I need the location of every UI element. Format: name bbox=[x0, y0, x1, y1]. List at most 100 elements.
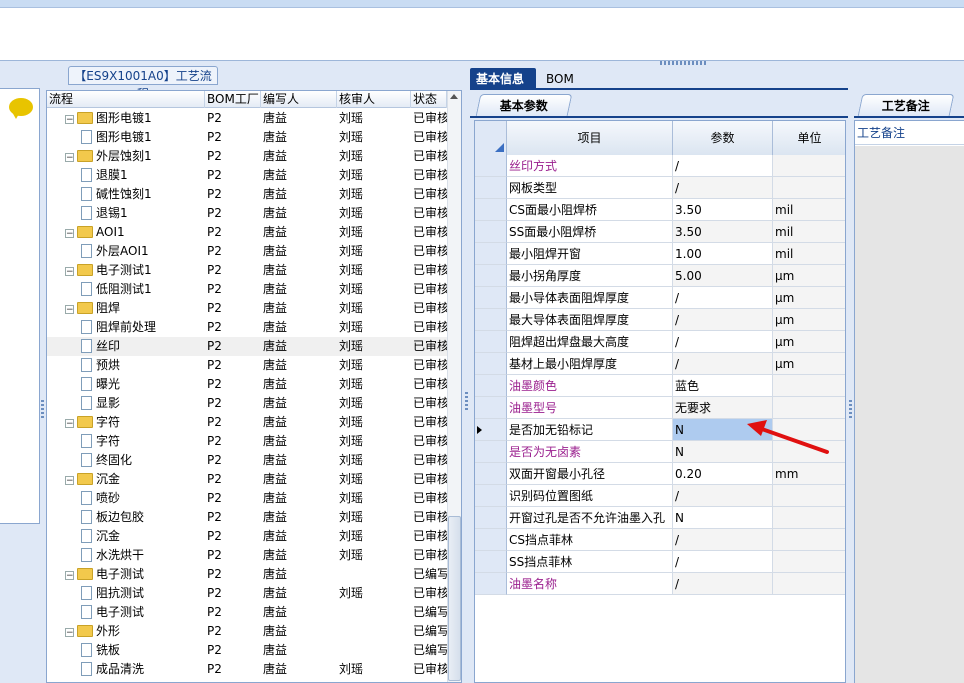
param-value[interactable]: 0.20 bbox=[673, 463, 773, 485]
tree-row[interactable]: − 电子测试 P2 唐益 已编写 bbox=[47, 565, 447, 584]
collapse-icon[interactable]: − bbox=[65, 153, 74, 163]
tree-row[interactable]: − 图形电镀1 P2 唐益 刘瑶 已审核 bbox=[47, 109, 447, 128]
tree-node[interactable]: 退锡1 bbox=[81, 204, 205, 223]
tree-node[interactable]: 丝印 bbox=[81, 337, 205, 356]
collapse-icon[interactable]: − bbox=[65, 115, 74, 125]
tree-node[interactable]: 成品清洗 bbox=[81, 660, 205, 679]
tree-row[interactable]: 水洗烘干 P2 唐益 刘瑶 已审核 bbox=[47, 546, 447, 565]
tree-node[interactable]: 阻焊前处理 bbox=[81, 318, 205, 337]
splitter-grip-icon[interactable] bbox=[660, 61, 708, 65]
col-status[interactable]: 状态 bbox=[411, 91, 447, 108]
row-indicator[interactable] bbox=[475, 441, 507, 463]
tree-node[interactable]: 阻抗测试 bbox=[81, 584, 205, 603]
row-indicator[interactable] bbox=[475, 573, 507, 595]
tree-node[interactable]: 低阻测试1 bbox=[81, 280, 205, 299]
collapse-icon[interactable]: − bbox=[65, 229, 74, 239]
param-row[interactable]: 阻焊超出焊盘最大高度 / μm bbox=[475, 331, 845, 353]
row-indicator[interactable] bbox=[475, 265, 507, 287]
param-value[interactable]: / bbox=[673, 155, 773, 177]
tree-row[interactable]: 字符 P2 唐益 刘瑶 已审核 bbox=[47, 432, 447, 451]
row-indicator[interactable] bbox=[475, 529, 507, 551]
tree-row[interactable]: 退锡1 P2 唐益 刘瑶 已审核 bbox=[47, 204, 447, 223]
tree-row[interactable]: 外层AOI1 P2 唐益 刘瑶 已审核 bbox=[47, 242, 447, 261]
param-row[interactable]: SS挡点菲林 / bbox=[475, 551, 845, 573]
splitter-grip-icon[interactable] bbox=[849, 400, 852, 420]
tree-node[interactable]: 预烘 bbox=[81, 356, 205, 375]
row-indicator[interactable] bbox=[475, 243, 507, 265]
row-indicator[interactable] bbox=[475, 353, 507, 375]
splitter-grip-icon[interactable] bbox=[465, 392, 468, 412]
tree-node[interactable]: 铣板 bbox=[81, 641, 205, 660]
tree-node[interactable]: 碱性蚀刻1 bbox=[81, 185, 205, 204]
row-indicator[interactable] bbox=[475, 507, 507, 529]
tree-row[interactable]: − 外层蚀刻1 P2 唐益 刘瑶 已审核 bbox=[47, 147, 447, 166]
collapse-icon[interactable]: − bbox=[65, 571, 74, 581]
tree-row[interactable]: 铣板 P2 唐益 已编写 bbox=[47, 641, 447, 660]
param-value[interactable]: / bbox=[673, 309, 773, 331]
tree-scroll-thumb[interactable] bbox=[448, 516, 461, 681]
tree-row[interactable]: − 阻焊 P2 唐益 刘瑶 已审核 bbox=[47, 299, 447, 318]
tree-row[interactable]: 碱性蚀刻1 P2 唐益 刘瑶 已审核 bbox=[47, 185, 447, 204]
tree-node[interactable]: − 外形 bbox=[65, 622, 205, 641]
param-value[interactable]: 5.00 bbox=[673, 265, 773, 287]
param-row[interactable]: 开窗过孔是否不允许油墨入孔 N bbox=[475, 507, 845, 529]
param-row[interactable]: 基材上最小阻焊厚度 / μm bbox=[475, 353, 845, 375]
col-unit[interactable]: 单位 bbox=[773, 121, 845, 155]
tree-node[interactable]: 外层AOI1 bbox=[81, 242, 205, 261]
param-row[interactable]: 最小阻焊开窗 1.00 mil bbox=[475, 243, 845, 265]
row-indicator[interactable] bbox=[475, 397, 507, 419]
row-indicator[interactable] bbox=[475, 287, 507, 309]
tree-node[interactable]: − 外层蚀刻1 bbox=[65, 147, 205, 166]
tree-row[interactable]: − 字符 P2 唐益 刘瑶 已审核 bbox=[47, 413, 447, 432]
param-value[interactable]: / bbox=[673, 287, 773, 309]
param-value[interactable]: / bbox=[673, 529, 773, 551]
tree-node[interactable]: − 图形电镀1 bbox=[65, 109, 205, 128]
collapse-icon[interactable]: − bbox=[65, 628, 74, 638]
tree-row[interactable]: − 外形 P2 唐益 已编写 bbox=[47, 622, 447, 641]
tree-row[interactable]: 板边包胶 P2 唐益 刘瑶 已审核 bbox=[47, 508, 447, 527]
param-row[interactable]: 双面开窗最小孔径 0.20 mm bbox=[475, 463, 845, 485]
collapse-icon[interactable]: − bbox=[65, 305, 74, 315]
collapse-icon[interactable]: − bbox=[65, 419, 74, 429]
tree-row[interactable]: 沉金 P2 唐益 刘瑶 已审核 bbox=[47, 527, 447, 546]
param-value[interactable]: / bbox=[673, 177, 773, 199]
tree-node[interactable]: 水洗烘干 bbox=[81, 546, 205, 565]
collapse-icon[interactable]: − bbox=[65, 267, 74, 277]
row-indicator[interactable] bbox=[475, 419, 507, 441]
tree-row[interactable]: 阻抗测试 P2 唐益 刘瑶 已审核 bbox=[47, 584, 447, 603]
tree-node[interactable]: 退膜1 bbox=[81, 166, 205, 185]
tree-row[interactable]: 终固化 P2 唐益 刘瑶 已审核 bbox=[47, 451, 447, 470]
param-row[interactable]: 最小导体表面阻焊厚度 / μm bbox=[475, 287, 845, 309]
tree-row[interactable]: 阻焊前处理 P2 唐益 刘瑶 已审核 bbox=[47, 318, 447, 337]
tree-node[interactable]: − 阻焊 bbox=[65, 299, 205, 318]
tree-node[interactable]: − 字符 bbox=[65, 413, 205, 432]
tab-basic-params[interactable]: 基本参数 bbox=[475, 94, 573, 116]
row-indicator[interactable] bbox=[475, 331, 507, 353]
param-value[interactable]: 蓝色 bbox=[673, 375, 773, 397]
tree-row[interactable]: 丝印 P2 唐益 刘瑶 已审核 bbox=[47, 337, 447, 356]
collapse-icon[interactable]: − bbox=[65, 476, 74, 486]
param-value[interactable]: 无要求 bbox=[673, 397, 773, 419]
tree-row[interactable]: 显影 P2 唐益 刘瑶 已审核 bbox=[47, 394, 447, 413]
param-value[interactable]: N bbox=[673, 507, 773, 529]
param-value[interactable]: / bbox=[673, 485, 773, 507]
row-indicator[interactable] bbox=[475, 221, 507, 243]
param-row[interactable]: 油墨名称 / bbox=[475, 573, 845, 595]
tree-row[interactable]: 喷砂 P2 唐益 刘瑶 已审核 bbox=[47, 489, 447, 508]
param-value[interactable]: 3.50 bbox=[673, 199, 773, 221]
tab-bom[interactable]: BOM bbox=[540, 68, 580, 90]
param-row[interactable]: 网板类型 / bbox=[475, 177, 845, 199]
tab-process-notes[interactable]: 工艺备注 bbox=[857, 94, 955, 116]
tree-node[interactable]: 沉金 bbox=[81, 527, 205, 546]
tab-basic-info[interactable]: 基本信息 bbox=[470, 68, 536, 90]
tree-node[interactable]: 电子测试 bbox=[81, 603, 205, 622]
row-indicator[interactable] bbox=[475, 177, 507, 199]
tree-node[interactable]: 显影 bbox=[81, 394, 205, 413]
row-indicator[interactable] bbox=[475, 375, 507, 397]
splitter-grip-icon[interactable] bbox=[41, 400, 44, 420]
row-indicator[interactable] bbox=[475, 485, 507, 507]
tree-row[interactable]: 曝光 P2 唐益 刘瑶 已审核 bbox=[47, 375, 447, 394]
col-reviewer[interactable]: 核审人 bbox=[337, 91, 411, 108]
row-indicator[interactable] bbox=[475, 463, 507, 485]
col-flow[interactable]: 流程 bbox=[47, 91, 205, 108]
